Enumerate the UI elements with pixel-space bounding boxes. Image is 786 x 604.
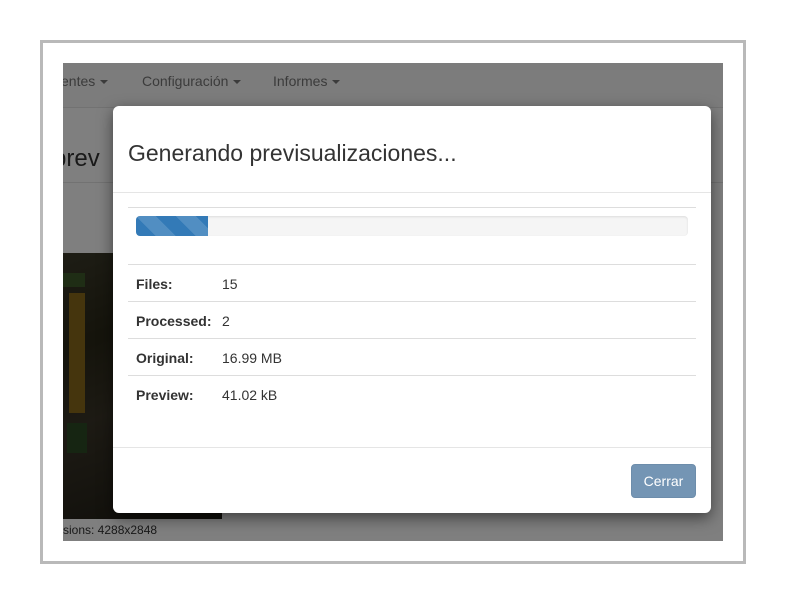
stat-row-preview: Preview: 41.02 kB xyxy=(128,375,696,412)
stat-value: 16.99 MB xyxy=(222,350,282,366)
stat-label: Processed: xyxy=(136,313,212,329)
modal-header: Generando previsualizaciones... xyxy=(113,106,711,193)
modal-footer: Cerrar xyxy=(113,447,711,514)
stat-row-original: Original: 16.99 MB xyxy=(128,338,696,375)
stat-value: 2 xyxy=(222,313,230,329)
progress-row xyxy=(128,207,696,264)
preview-generation-modal: Generando previsualizaciones... Files: 1… xyxy=(113,106,711,513)
progress-track xyxy=(136,216,688,236)
stat-value: 15 xyxy=(222,276,238,292)
close-button[interactable]: Cerrar xyxy=(631,464,696,498)
stat-row-processed: Processed: 2 xyxy=(128,301,696,338)
stats-table: Files: 15 Processed: 2 Original: 16.99 M… xyxy=(128,264,696,412)
stat-label: Preview: xyxy=(136,387,194,403)
stat-label: Original: xyxy=(136,350,194,366)
stat-label: Files: xyxy=(136,276,173,292)
stat-row-files: Files: 15 xyxy=(128,264,696,301)
progress-bar xyxy=(136,216,208,236)
modal-body: Files: 15 Processed: 2 Original: 16.99 M… xyxy=(128,193,696,447)
browser-viewport: entes Configuración Informes prev sions:… xyxy=(63,63,723,541)
modal-title: Generando previsualizaciones... xyxy=(128,140,457,166)
screenshot-frame: entes Configuración Informes prev sions:… xyxy=(40,40,746,564)
stat-value: 41.02 kB xyxy=(222,387,278,403)
